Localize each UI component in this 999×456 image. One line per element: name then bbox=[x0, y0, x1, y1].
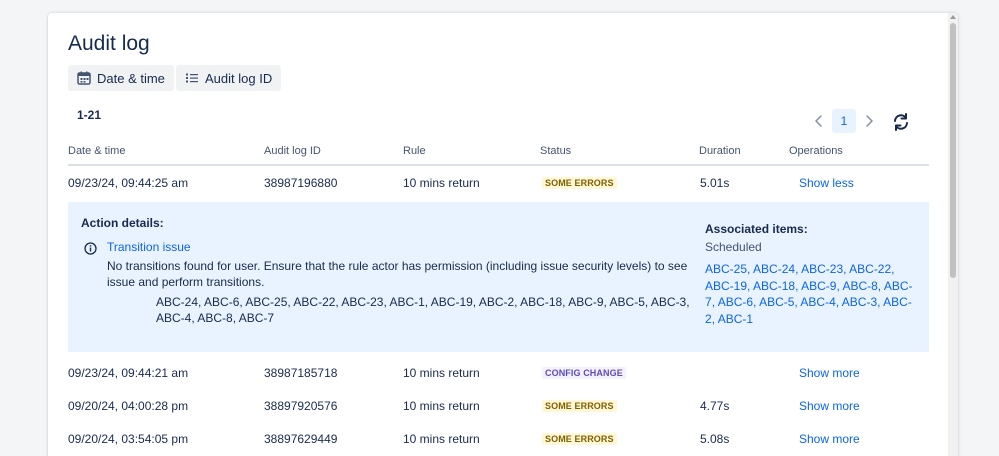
audit-log-panel: Audit log Date & time Audit log ID 1-21 bbox=[48, 13, 958, 456]
column-header-audit-log-id[interactable]: Audit log ID bbox=[264, 145, 321, 157]
next-page-icon[interactable] bbox=[862, 114, 876, 128]
associated-items-title: Associated items: bbox=[705, 222, 808, 236]
row-4-audit-id: 38897629449 bbox=[264, 432, 338, 446]
row-1-audit-id: 38987196880 bbox=[264, 176, 338, 190]
column-header-operations: Operations bbox=[789, 145, 843, 157]
row-1-status-badge: SOME ERRORS bbox=[542, 177, 617, 189]
associated-items-status: Scheduled bbox=[705, 240, 762, 254]
previous-page-icon[interactable] bbox=[812, 114, 826, 128]
date-time-filter-label: Date & time bbox=[97, 70, 165, 86]
associated-issue-link[interactable]: ABC-24 bbox=[753, 262, 795, 276]
audit-log-id-filter-button[interactable]: Audit log ID bbox=[176, 65, 282, 91]
associated-issue-link[interactable]: ABC-9 bbox=[801, 279, 836, 293]
action-details-title: Action details: bbox=[81, 216, 164, 230]
row-4-datetime: 09/20/24, 03:54:05 pm bbox=[68, 432, 189, 446]
associated-issue-link[interactable]: ABC-3 bbox=[842, 295, 877, 309]
list-icon bbox=[186, 73, 198, 83]
row-1-duration: 5.01s bbox=[700, 176, 730, 190]
row-3-status-badge: SOME ERRORS bbox=[542, 400, 617, 412]
associated-items-list: ABC-25, ABC-24, ABC-23, ABC-22, ABC-19, … bbox=[705, 261, 915, 327]
scroll-up-arrow[interactable] bbox=[950, 15, 956, 19]
scroll-thumb[interactable] bbox=[950, 23, 956, 278]
associated-issue-link[interactable]: ABC-19 bbox=[705, 279, 747, 293]
column-header-date-time[interactable]: Date & time bbox=[68, 145, 125, 157]
row-3-duration: 4.77s bbox=[700, 399, 730, 413]
results-range: 1-21 bbox=[77, 108, 102, 122]
info-icon bbox=[84, 242, 97, 255]
column-header-rule[interactable]: Rule bbox=[403, 145, 426, 157]
row-2-status-badge: CONFIG CHANGE bbox=[542, 367, 626, 379]
date-time-filter-button[interactable]: Date & time bbox=[68, 65, 174, 91]
error-message: No transitions found for user. Ensure th… bbox=[107, 259, 688, 289]
header-divider bbox=[68, 164, 929, 166]
row-4-rule: 10 mins return bbox=[403, 432, 480, 446]
column-header-status[interactable]: Status bbox=[540, 145, 571, 157]
refresh-icon[interactable] bbox=[891, 112, 911, 132]
row-4-duration: 5.08s bbox=[700, 432, 730, 446]
row-4-status-badge: SOME ERRORS bbox=[542, 433, 617, 445]
associated-issue-link[interactable]: ABC-23 bbox=[801, 262, 843, 276]
row-1-datetime: 09/23/24, 09:44:25 am bbox=[68, 176, 189, 190]
column-header-duration[interactable]: Duration bbox=[699, 145, 741, 157]
associated-issue-link[interactable]: ABC-8 bbox=[842, 279, 877, 293]
associated-issue-link[interactable]: ABC-6 bbox=[718, 295, 753, 309]
row-3-datetime: 09/20/24, 04:00:28 pm bbox=[68, 399, 189, 413]
row-4-show-more-link[interactable]: Show more bbox=[799, 432, 860, 446]
associated-issue-link[interactable]: ABC-5 bbox=[759, 295, 794, 309]
row-3-rule: 10 mins return bbox=[403, 399, 480, 413]
calendar-icon bbox=[77, 71, 91, 85]
action-details-panel: Action details: Transition issue No tran… bbox=[68, 202, 929, 352]
associated-issue-link[interactable]: ABC-1 bbox=[718, 312, 753, 326]
link-separator: , bbox=[891, 262, 895, 276]
row-2-show-more-link[interactable]: Show more bbox=[799, 366, 860, 380]
page-button-current[interactable]: 1 bbox=[832, 109, 856, 133]
transition-issue-link[interactable]: Transition issue bbox=[107, 240, 191, 254]
associated-issue-link[interactable]: ABC-18 bbox=[753, 279, 795, 293]
page-title: Audit log bbox=[68, 32, 150, 55]
row-2-datetime: 09/23/24, 09:44:21 am bbox=[68, 366, 189, 380]
associated-issue-link[interactable]: ABC-25 bbox=[705, 262, 747, 276]
affected-issue-keys: ABC-24, ABC-6, ABC-25, ABC-22, ABC-23, A… bbox=[156, 295, 690, 325]
row-1-show-less-link[interactable]: Show less bbox=[799, 176, 854, 190]
associated-issue-link[interactable]: ABC-22 bbox=[849, 262, 891, 276]
row-2-rule: 10 mins return bbox=[403, 366, 480, 380]
audit-log-id-filter-label: Audit log ID bbox=[205, 70, 273, 86]
row-2-audit-id: 38987185718 bbox=[264, 366, 338, 380]
row-3-audit-id: 38897920576 bbox=[264, 399, 338, 413]
row-3-show-more-link[interactable]: Show more bbox=[799, 399, 860, 413]
scrollbar[interactable] bbox=[948, 13, 958, 456]
row-1-rule: 10 mins return bbox=[403, 176, 480, 190]
associated-issue-link[interactable]: ABC-4 bbox=[800, 295, 835, 309]
